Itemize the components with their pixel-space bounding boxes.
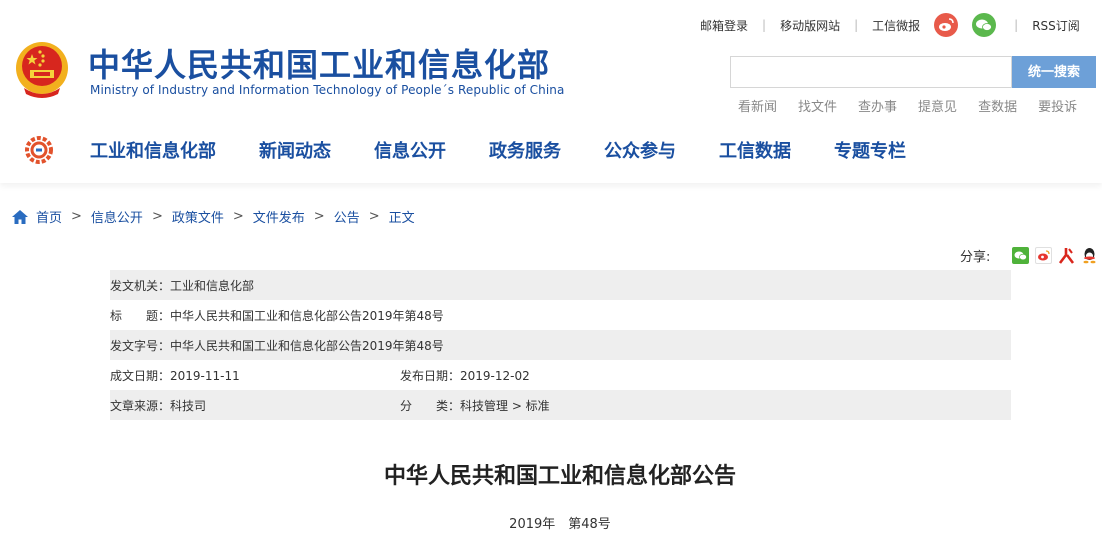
top-links-bar: 邮箱登录 | 移动版网站 | 工信微报 | RSS订阅 bbox=[700, 13, 1080, 37]
breadcrumb-notice[interactable]: 公告 bbox=[334, 207, 360, 226]
info-row-doc-number: 发文字号：中华人民共和国工业和信息化部公告2019年第48号 bbox=[110, 330, 1011, 360]
issuer-field: 发文机关：工业和信息化部 bbox=[110, 278, 255, 293]
renren-share-icon[interactable] bbox=[1058, 247, 1076, 264]
weibo-report-link[interactable]: 工信微报 bbox=[872, 17, 920, 34]
gear-logo-icon[interactable] bbox=[24, 135, 54, 165]
breadcrumb-separator: > bbox=[368, 209, 380, 224]
mobile-site-link[interactable]: 移动版网站 bbox=[780, 17, 840, 34]
nav-item-services[interactable]: 政务服务 bbox=[489, 137, 561, 163]
breadcrumb-home[interactable]: 首页 bbox=[36, 207, 62, 226]
breadcrumb: 首页 > 信息公开 > 政策文件 > 文件发布 > 公告 > 正文 bbox=[12, 207, 415, 226]
site-title-english: Ministry of Industry and Information Tec… bbox=[90, 83, 565, 97]
breadcrumb-releases[interactable]: 文件发布 bbox=[253, 207, 305, 226]
quick-link-news[interactable]: 看新闻 bbox=[738, 96, 777, 115]
breadcrumb-current: 正文 bbox=[388, 211, 415, 226]
breadcrumb-disclosure[interactable]: 信息公开 bbox=[91, 207, 143, 226]
doc-number-field: 发文字号：中华人民共和国工业和信息化部公告2019年第48号 bbox=[110, 338, 444, 353]
document-title: 中华人民共和国工业和信息化部公告 bbox=[383, 464, 736, 489]
document-info-table: 发文机关：工业和信息化部 标 题：中华人民共和国工业和信息化部公告2019年第4… bbox=[110, 270, 1011, 420]
breadcrumb-separator: > bbox=[232, 209, 244, 224]
weibo-icon[interactable] bbox=[934, 13, 959, 37]
quick-link-files[interactable]: 找文件 bbox=[798, 96, 837, 115]
info-row-title: 标 题：中华人民共和国工业和信息化部公告2019年第48号 bbox=[110, 300, 1011, 330]
national-emblem-icon[interactable] bbox=[10, 38, 74, 102]
site-header: 中华人民共和国工业和信息化部 Ministry of Industry and … bbox=[0, 0, 1102, 183]
info-row-source: 文章来源：科技司 分 类：科技管理 > 标准 bbox=[110, 390, 1011, 420]
info-row-issuer: 发文机关：工业和信息化部 bbox=[110, 270, 1011, 300]
created-date-field: 成文日期：2019-11-11 bbox=[110, 368, 240, 383]
divider: | bbox=[854, 18, 859, 32]
home-icon[interactable] bbox=[12, 209, 28, 224]
quick-link-services[interactable]: 查办事 bbox=[858, 96, 897, 115]
weibo-share-icon[interactable] bbox=[1035, 247, 1053, 264]
title-field: 标 题：中华人民共和国工业和信息化部公告2019年第48号 bbox=[110, 308, 444, 323]
wechat-share-icon[interactable] bbox=[1012, 247, 1030, 264]
breadcrumb-separator: > bbox=[71, 209, 82, 224]
quick-link-feedback[interactable]: 提意见 bbox=[918, 96, 957, 115]
share-label: 分享: bbox=[960, 250, 991, 265]
nav-item-data[interactable]: 工信数据 bbox=[719, 137, 791, 163]
breadcrumb-policy[interactable]: 政策文件 bbox=[172, 207, 224, 226]
rss-link[interactable]: RSS订阅 bbox=[1032, 17, 1080, 34]
wechat-icon[interactable] bbox=[972, 13, 997, 37]
breadcrumb-separator: > bbox=[151, 209, 163, 224]
quick-links: 看新闻 找文件 查办事 提意见 查数据 要投诉 bbox=[738, 96, 1098, 115]
mail-login-link[interactable]: 邮箱登录 bbox=[700, 17, 748, 34]
site-title[interactable]: 中华人民共和国工业和信息化部 bbox=[88, 40, 550, 86]
main-nav: 工业和信息化部 新闻动态 信息公开 政务服务 公众参与 工信数据 专题专栏 bbox=[90, 137, 949, 163]
quick-link-data[interactable]: 查数据 bbox=[978, 96, 1017, 115]
divider: | bbox=[762, 18, 767, 32]
document-number: 2019年 第48号 bbox=[509, 517, 611, 532]
qq-share-icon[interactable] bbox=[1081, 247, 1099, 264]
nav-item-ministry[interactable]: 工业和信息化部 bbox=[90, 137, 216, 163]
search-button[interactable]: 统一搜索 bbox=[1012, 56, 1096, 88]
nav-item-news[interactable]: 新闻动态 bbox=[259, 137, 331, 163]
nav-item-topics[interactable]: 专题专栏 bbox=[834, 137, 906, 163]
breadcrumb-separator: > bbox=[313, 209, 325, 224]
share-bar: 分享: bbox=[960, 246, 1099, 265]
divider: | bbox=[1014, 18, 1019, 32]
nav-item-participation[interactable]: 公众参与 bbox=[604, 137, 676, 163]
nav-item-disclosure[interactable]: 信息公开 bbox=[374, 137, 446, 163]
published-date-field: 发布日期：2019-12-02 bbox=[400, 368, 530, 383]
info-row-dates: 成文日期：2019-11-11 发布日期：2019-12-02 bbox=[110, 360, 1011, 390]
search-input[interactable] bbox=[730, 56, 1012, 88]
quick-link-complaint[interactable]: 要投诉 bbox=[1038, 96, 1077, 115]
source-field: 文章来源：科技司 bbox=[110, 398, 207, 413]
category-field: 分 类：科技管理 > 标准 bbox=[400, 398, 550, 413]
